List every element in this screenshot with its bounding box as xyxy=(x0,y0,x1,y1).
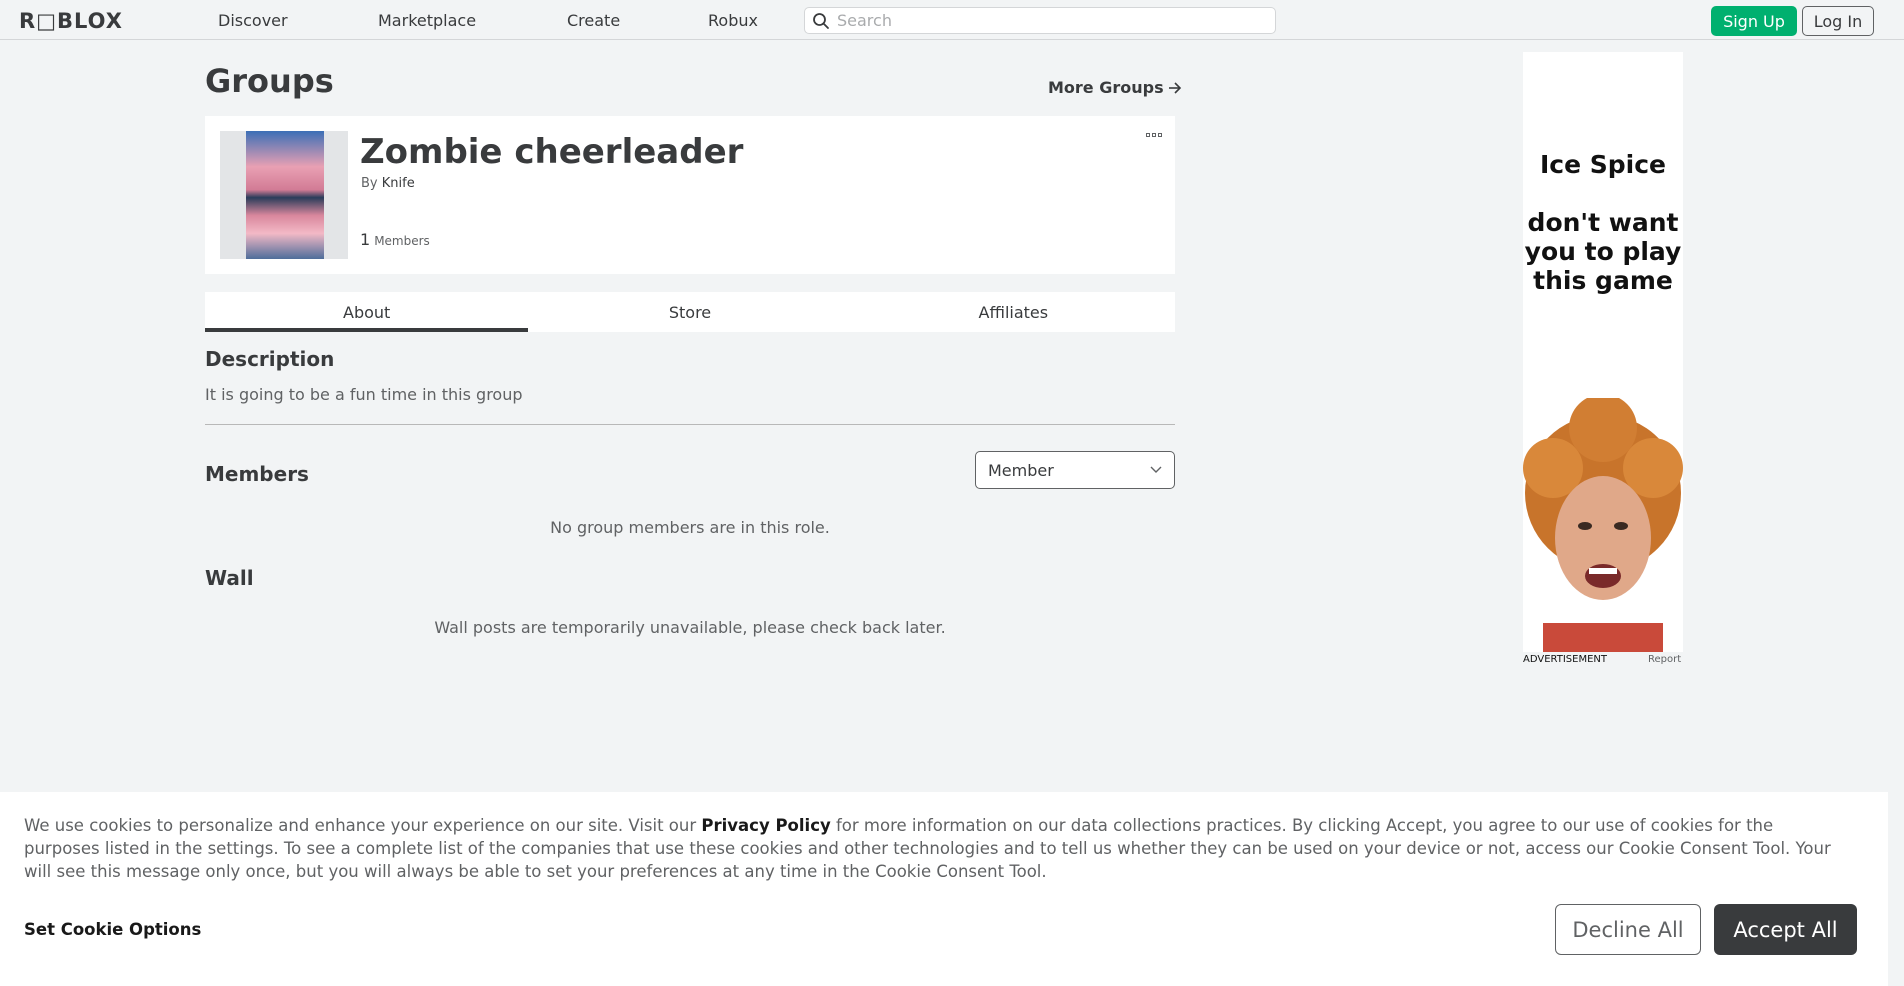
more-groups-label: More Groups xyxy=(1048,78,1164,97)
ad-copy: Ice Spice don't want you to play this ga… xyxy=(1523,150,1683,295)
ad-body: don't want you to play this game xyxy=(1524,208,1682,295)
more-options-icon[interactable] xyxy=(1146,133,1164,141)
nav-link-robux[interactable]: Robux xyxy=(708,11,758,30)
group-member-count: 1 Members xyxy=(360,230,430,249)
roblox-logo[interactable]: R□BLOX xyxy=(19,9,123,33)
ad-report-link[interactable]: Report xyxy=(1648,654,1681,665)
page-title: Groups xyxy=(205,62,334,100)
search-box xyxy=(804,7,1276,34)
nav-link-create[interactable]: Create xyxy=(567,11,620,30)
group-emblem xyxy=(220,131,348,259)
search-icon xyxy=(813,12,829,29)
privacy-policy-link[interactable]: Privacy Policy xyxy=(701,816,830,835)
group-header-card: Zombie cheerleader By Knife 1 Members xyxy=(205,116,1175,274)
role-dropdown[interactable]: Member xyxy=(975,451,1175,489)
tab-store[interactable]: Store xyxy=(528,292,851,332)
arrow-right-icon xyxy=(1168,81,1181,94)
decline-all-button[interactable]: Decline All xyxy=(1555,904,1701,955)
accept-all-button[interactable]: Accept All xyxy=(1714,904,1857,955)
wall-unavailable-message: Wall posts are temporarily unavailable, … xyxy=(434,618,946,637)
cookie-banner: We use cookies to personalize and enhanc… xyxy=(0,792,1888,986)
cookie-text-before: We use cookies to personalize and enhanc… xyxy=(24,816,702,835)
group-name: Zombie cheerleader xyxy=(360,132,744,172)
description-text: It is going to be a fun time in this gro… xyxy=(205,385,523,404)
ad-label: ADVERTISEMENT xyxy=(1523,654,1608,665)
description-heading: Description xyxy=(205,347,335,371)
chevron-down-icon xyxy=(1150,466,1162,473)
ad-portrait-image xyxy=(1523,398,1683,652)
cookie-message: We use cookies to personalize and enhanc… xyxy=(24,814,1854,883)
wall-heading: Wall xyxy=(205,566,254,590)
divider xyxy=(205,424,1175,425)
group-emblem-image xyxy=(246,131,324,259)
members-heading: Members xyxy=(205,462,309,486)
by-label: By xyxy=(361,176,378,191)
search-input[interactable] xyxy=(837,11,1257,30)
member-count-value: 1 xyxy=(360,230,371,249)
sign-up-button[interactable]: Sign Up xyxy=(1711,6,1797,36)
top-nav: R□BLOX Discover Marketplace Create Robux… xyxy=(0,0,1904,40)
tab-about[interactable]: About xyxy=(205,292,529,332)
nav-link-marketplace[interactable]: Marketplace xyxy=(378,11,476,30)
role-dropdown-value: Member xyxy=(988,460,1054,480)
group-owner-line: By Knife xyxy=(361,176,415,191)
log-in-button[interactable]: Log In xyxy=(1802,6,1874,36)
group-owner-link[interactable]: Knife xyxy=(382,176,415,191)
nav-link-discover[interactable]: Discover xyxy=(218,11,288,30)
set-cookie-options-link[interactable]: Set Cookie Options xyxy=(24,920,201,939)
tab-affiliates[interactable]: Affiliates xyxy=(852,292,1175,332)
more-groups-link[interactable]: More Groups xyxy=(1048,78,1182,97)
group-tabs: About Store Affiliates xyxy=(205,292,1175,332)
ad-headline: Ice Spice xyxy=(1539,150,1667,179)
no-members-message: No group members are in this role. xyxy=(550,518,830,537)
advertisement[interactable]: Ice Spice don't want you to play this ga… xyxy=(1523,52,1683,652)
member-count-label: Members xyxy=(374,234,430,248)
